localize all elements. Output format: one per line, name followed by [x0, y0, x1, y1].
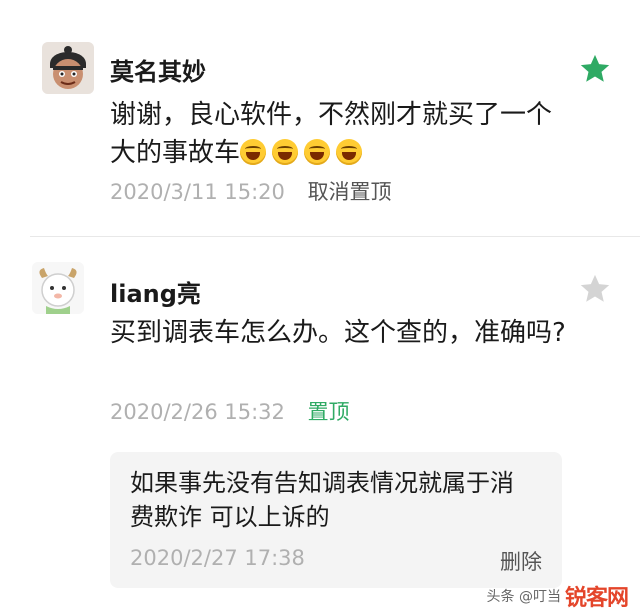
sheep-avatar-icon: [32, 262, 84, 314]
grinning-squint-emoji-icon: [304, 139, 331, 165]
watermark: 头条 @叮当 锐客网: [486, 582, 629, 611]
comment-timestamp: 2020/2/26 15:32: [110, 400, 285, 424]
comment-author-name[interactable]: 莫名其妙: [110, 52, 206, 87]
unpin-button[interactable]: 取消置顶: [308, 180, 392, 204]
cartoon-avatar-icon: [42, 42, 94, 94]
reply-box: 如果事先没有告知调表情况就属于消费欺诈 可以上诉的 2020/2/27 17:3…: [110, 452, 562, 588]
star-icon[interactable]: [578, 272, 612, 306]
comment-text: 买到调表车怎么办。这个查的，准确吗?: [110, 318, 566, 348]
grinning-squint-emoji-icon: [240, 139, 267, 165]
watermark-logo: 锐客网: [564, 586, 629, 611]
avatar-user-1[interactable]: [42, 42, 94, 94]
comment-meta: 2020/2/26 15:32 置顶: [110, 396, 350, 426]
star-icon[interactable]: [578, 52, 612, 86]
reply-timestamp: 2020/2/27 17:38: [130, 546, 305, 570]
comment-author-name[interactable]: liang亮: [110, 274, 201, 309]
pin-button[interactable]: 置顶: [308, 400, 350, 424]
emoji-row: [240, 138, 368, 168]
comment-meta: 2020/3/11 15:20 取消置顶: [110, 176, 392, 206]
grinning-squint-emoji-icon: [336, 139, 363, 165]
comment-timestamp: 2020/3/11 15:20: [110, 180, 285, 204]
comment-text: 谢谢，良心软件，不然刚才就买了一个大的事故车: [110, 96, 570, 172]
reply-text: 如果事先没有告知调表情况就属于消费欺诈 可以上诉的: [130, 469, 514, 531]
avatar-user-2[interactable]: [32, 262, 84, 314]
delete-reply-button[interactable]: 删除: [500, 546, 542, 576]
comment-item-1: 莫名其妙 谢谢，良心软件，不然刚才就买了一个大的事故车 2020/3/11 15…: [0, 0, 640, 236]
grinning-squint-emoji-icon: [272, 139, 299, 165]
watermark-source: 头条 @叮当: [486, 589, 561, 605]
